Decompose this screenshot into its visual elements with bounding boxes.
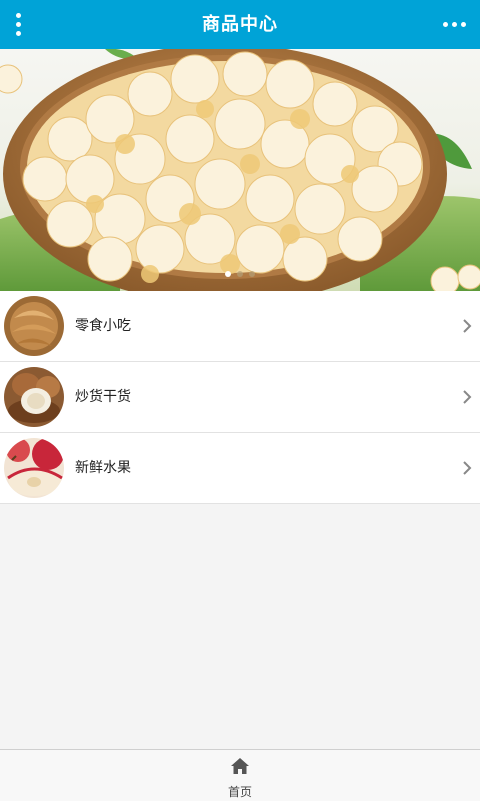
snack-thumbnail: [4, 296, 64, 356]
carousel-dot-3[interactable]: [249, 271, 255, 277]
category-list: 零食小吃 炒货干货 新鲜水果: [0, 291, 480, 504]
banner-carousel[interactable]: [0, 49, 480, 291]
carousel-pager: [0, 271, 480, 277]
nav-home-button[interactable]: 首页: [210, 750, 270, 801]
category-item-fresh-fruit[interactable]: 新鲜水果: [0, 433, 480, 504]
chevron-right-icon: [463, 461, 472, 475]
category-label: 炒货干货: [75, 389, 131, 405]
chevron-right-icon: [463, 319, 472, 333]
category-item-snacks[interactable]: 零食小吃: [0, 291, 480, 362]
app-header: 商品中心: [0, 0, 480, 49]
category-label: 新鲜水果: [75, 460, 131, 476]
carousel-dot-2[interactable]: [237, 271, 243, 277]
carousel-dot-1[interactable]: [225, 271, 231, 277]
popcorn-bowl-photo: [0, 49, 480, 291]
nav-home-label: 首页: [227, 785, 252, 799]
fresh-fruit-thumbnail: [4, 438, 64, 498]
chevron-right-icon: [463, 390, 472, 404]
home-icon: [231, 758, 249, 774]
bottom-navigation: 首页: [0, 749, 480, 801]
category-label: 零食小吃: [75, 318, 131, 334]
horizontal-dots-icon: [442, 22, 448, 27]
category-item-roasted-goods[interactable]: 炒货干货: [0, 362, 480, 433]
page-title: 商品中心: [202, 14, 278, 35]
roasted-nuts-thumbnail: [4, 367, 64, 427]
more-button[interactable]: [436, 0, 472, 49]
